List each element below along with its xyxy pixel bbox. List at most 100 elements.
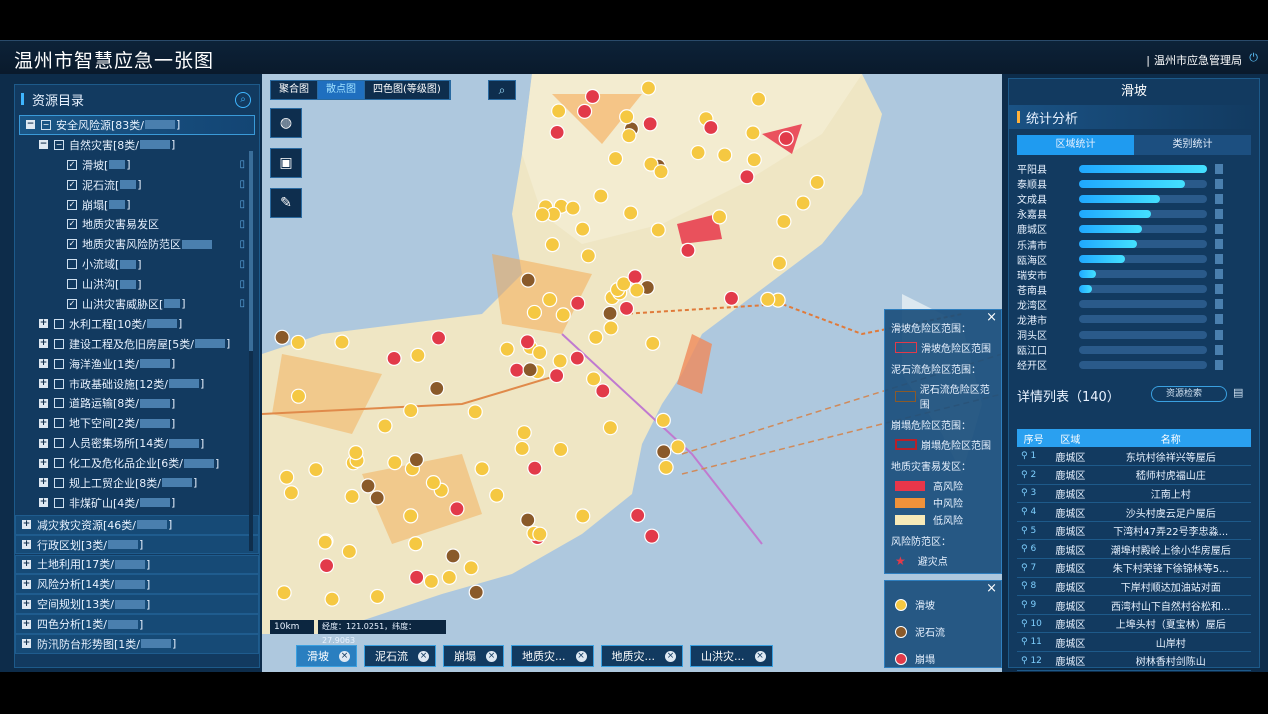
document-icon[interactable]: ▯ <box>239 279 245 290</box>
landslide-marker[interactable] <box>423 573 439 589</box>
layer-chip[interactable]: 地质灾... × <box>511 645 594 667</box>
tree-scrollbar[interactable] <box>249 151 253 551</box>
landslide-marker[interactable] <box>717 147 733 163</box>
table-row[interactable]: ⚲ 6 鹿城区 潮埠村殿岭上徐小华房屋后 <box>1017 539 1251 560</box>
tree-node[interactable]: + 非煤矿山[4类/] <box>19 493 255 513</box>
landslide-marker[interactable] <box>334 334 350 350</box>
landslide-marker[interactable] <box>552 353 568 369</box>
close-icon[interactable]: × <box>486 650 497 662</box>
collapse-marker[interactable] <box>680 242 696 258</box>
landslide-marker[interactable] <box>516 425 532 441</box>
collapse-marker[interactable] <box>627 269 643 285</box>
table-row[interactable]: ⚲ 12 鹿城区 树林香村剑陈山 <box>1017 651 1251 671</box>
layer-checkbox[interactable]: ✓ <box>67 159 77 170</box>
landslide-marker[interactable] <box>514 440 530 457</box>
collapse-marker[interactable] <box>430 330 447 346</box>
close-icon[interactable]: × <box>339 650 350 662</box>
tree-node[interactable]: ✓ 崩塌[] ▯ <box>19 195 255 215</box>
layer-chip[interactable]: 崩塌 × <box>443 645 504 667</box>
landslide-marker[interactable] <box>290 388 307 404</box>
landslide-marker[interactable] <box>532 526 548 542</box>
expand-icon[interactable]: + <box>22 559 31 569</box>
collapse-marker[interactable] <box>549 124 565 141</box>
landslide-marker[interactable] <box>544 237 561 253</box>
layer-chip[interactable]: 山洪灾... × <box>690 645 773 667</box>
collapse-marker[interactable] <box>778 130 794 147</box>
table-row[interactable]: ⚲ 2 鹿城区 嵇师村虎福山庄 <box>1017 465 1251 485</box>
debris-marker[interactable] <box>369 490 385 506</box>
expand-icon[interactable]: + <box>39 478 48 488</box>
landslide-marker[interactable] <box>771 255 788 271</box>
landslide-marker[interactable] <box>602 420 619 436</box>
layer-checkbox[interactable]: ✓ <box>67 179 77 190</box>
landslide-marker[interactable] <box>283 485 299 501</box>
tree-node[interactable]: − − 安全风险源[83类/] <box>19 115 255 135</box>
landslide-marker[interactable] <box>463 560 479 576</box>
layer-checkbox[interactable]: − <box>41 119 51 130</box>
resource-section[interactable]: + 空间规划[13类/] <box>15 594 259 614</box>
layer-checkbox[interactable]: ✓ <box>67 239 77 250</box>
landslide-marker[interactable] <box>640 80 657 96</box>
collapse-marker[interactable] <box>386 350 402 367</box>
landslide-marker[interactable] <box>542 292 558 308</box>
layer-checkbox[interactable] <box>54 477 64 488</box>
stat-row[interactable]: 经开区 <box>1009 357 1259 372</box>
table-row[interactable]: ⚲ 4 鹿城区 沙头村虞云足户屋后 <box>1017 502 1251 522</box>
stat-row[interactable]: 乐清市 <box>1009 236 1259 252</box>
landslide-marker[interactable] <box>403 402 419 419</box>
collapse-marker[interactable] <box>519 334 536 350</box>
collapse-marker[interactable] <box>618 300 635 316</box>
debris-marker[interactable] <box>520 272 536 288</box>
landslide-marker[interactable] <box>344 488 360 505</box>
landslide-marker[interactable] <box>629 282 645 298</box>
landslide-marker[interactable] <box>658 459 674 475</box>
table-row[interactable]: ⚲ 3 鹿城区 江南上村 <box>1017 484 1251 504</box>
tree-node[interactable]: 山洪沟[] ▯ <box>19 274 255 294</box>
layer-checkbox[interactable] <box>67 279 77 290</box>
collapse-marker[interactable] <box>739 169 755 185</box>
expand-icon[interactable]: + <box>22 619 31 629</box>
landslide-marker[interactable] <box>603 320 619 336</box>
stat-row[interactable]: 文成县 <box>1009 191 1259 206</box>
layer-checkbox[interactable] <box>54 358 64 369</box>
map-search-icon[interactable]: ⌕ <box>488 80 516 100</box>
landslide-marker[interactable] <box>441 569 457 586</box>
landslide-marker[interactable] <box>534 207 550 223</box>
layer-chip[interactable]: 泥石流 × <box>364 645 436 667</box>
collapse-icon[interactable]: − <box>39 140 48 150</box>
expand-icon[interactable]: + <box>39 438 48 448</box>
landslide-marker[interactable] <box>408 536 424 552</box>
layer-checkbox[interactable]: − <box>54 139 64 150</box>
expand-icon[interactable]: + <box>22 520 31 530</box>
landslide-marker[interactable] <box>588 329 604 345</box>
resource-section[interactable]: + 四色分析[1类/] <box>15 614 259 634</box>
tree-node[interactable]: 小流域[] ▯ <box>19 254 255 274</box>
landslide-marker[interactable] <box>276 585 292 601</box>
collapse-marker[interactable] <box>644 528 660 544</box>
collapse-marker[interactable] <box>630 507 646 523</box>
tree-node[interactable]: + 规上工贸企业[8类/] <box>19 473 255 493</box>
collapse-marker[interactable] <box>595 383 611 399</box>
tree-node[interactable]: ✓ 滑坡[] ▯ <box>19 155 255 175</box>
tools-icon[interactable]: ✎ <box>270 188 302 218</box>
stat-row[interactable]: 瓯江口 <box>1009 342 1259 357</box>
landslide-marker[interactable] <box>369 588 386 605</box>
landslide-marker[interactable] <box>670 439 686 455</box>
debris-marker[interactable] <box>522 362 538 378</box>
stat-row[interactable]: 苍南县 <box>1009 282 1259 297</box>
collapse-marker[interactable] <box>570 295 586 311</box>
tree-node[interactable]: + 海洋渔业[1类/] <box>19 354 255 374</box>
expand-icon[interactable]: + <box>22 579 31 589</box>
landslide-marker[interactable] <box>553 441 569 458</box>
layer-icon[interactable]: ▣ <box>270 148 302 178</box>
landslide-marker[interactable] <box>711 209 728 225</box>
tree-node[interactable]: + 道路运输[8类/] <box>19 393 255 413</box>
landslide-marker[interactable] <box>580 248 596 264</box>
tree-node[interactable]: + 水利工程[10类/] <box>19 314 255 334</box>
landslide-marker[interactable] <box>377 418 393 434</box>
landslide-marker[interactable] <box>499 341 515 357</box>
landslide-marker[interactable] <box>809 174 825 190</box>
close-icon[interactable]: × <box>754 650 766 662</box>
debris-marker[interactable] <box>656 444 672 460</box>
close-icon[interactable]: × <box>418 650 429 662</box>
